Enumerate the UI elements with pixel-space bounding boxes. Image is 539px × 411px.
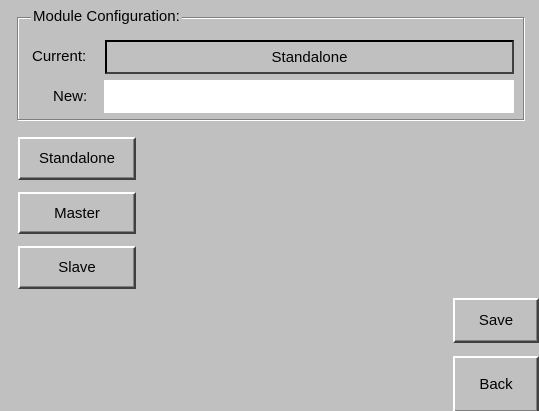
slave-button[interactable]: Slave	[18, 246, 136, 289]
back-button[interactable]: Back	[453, 356, 539, 411]
new-label: New:	[53, 88, 88, 105]
save-button[interactable]: Save	[453, 298, 539, 343]
current-label: Current:	[32, 48, 87, 65]
module-configuration-title: Module Configuration:	[31, 8, 182, 26]
current-value-display: Standalone	[105, 40, 514, 74]
standalone-button[interactable]: Standalone	[18, 137, 136, 180]
new-value-input[interactable]	[104, 80, 514, 113]
master-button[interactable]: Master	[18, 192, 136, 234]
current-value-text: Standalone	[271, 48, 348, 66]
